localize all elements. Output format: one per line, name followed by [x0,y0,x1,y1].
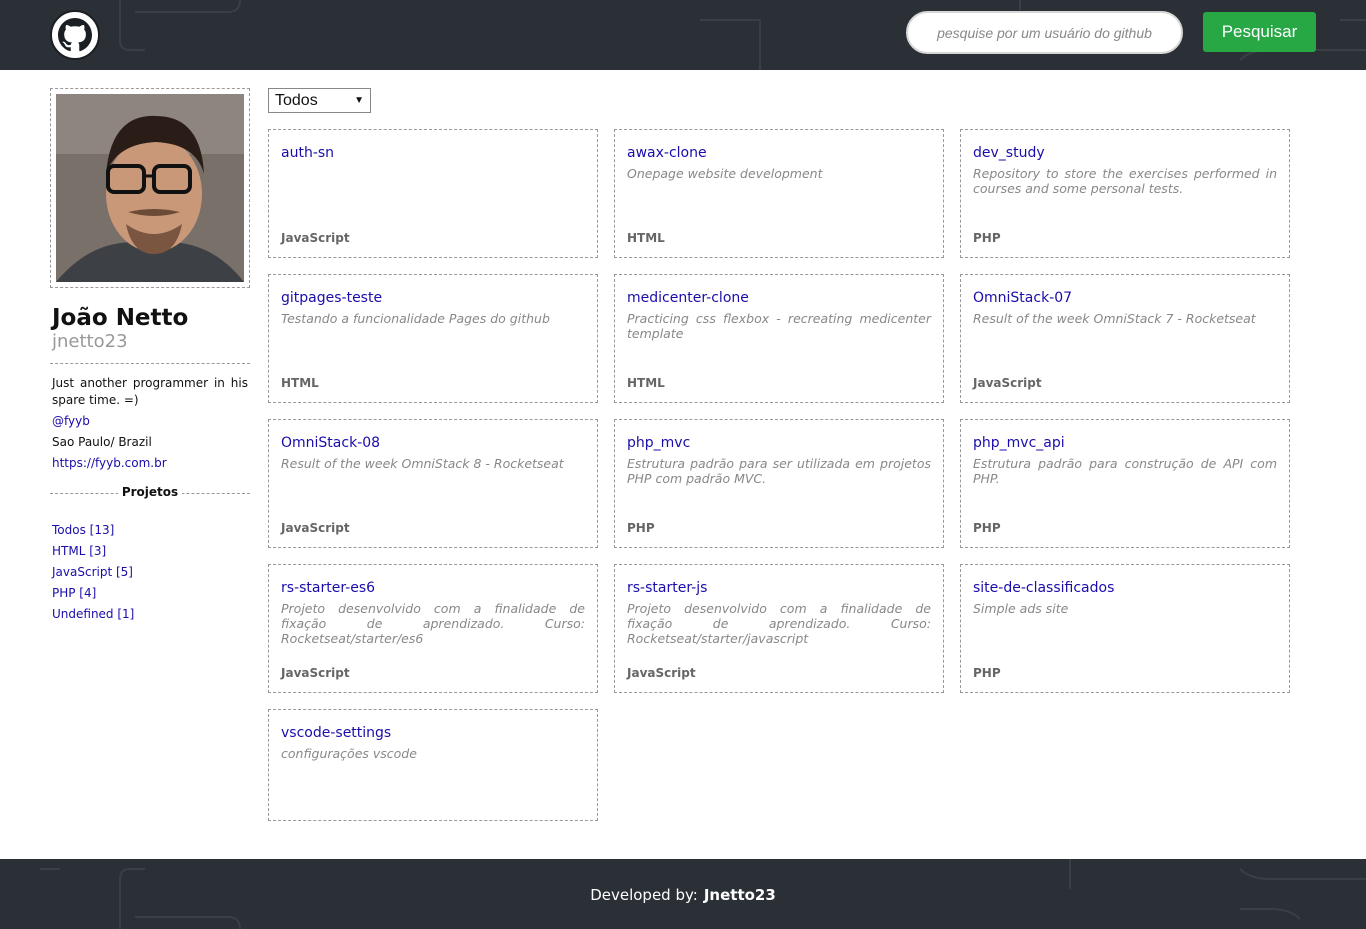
page-footer: Developed by: Jnetto23 [0,859,1366,929]
repo-card[interactable]: OmniStack-07 Result of the week OmniStac… [960,274,1290,403]
repo-name-link[interactable]: gitpages-teste [281,289,585,307]
repo-language: HTML [627,231,665,245]
profile-name: João Netto [52,305,189,331]
repo-description: configurações vscode [281,746,417,761]
repo-description: Projeto desenvolvido com a finalidade de… [281,601,585,646]
repo-card[interactable]: rs-starter-es6 Projeto desenvolvido com … [268,564,598,693]
repo-card[interactable]: medicenter-clone Practicing css flexbox … [614,274,944,403]
filter-item-html[interactable]: HTML [3] [52,541,134,562]
repo-language: HTML [281,376,319,390]
profile-company-link[interactable]: @fyyb [52,414,90,428]
search-button[interactable]: Pesquisar [1203,12,1316,52]
repo-card[interactable]: php_mvc Estrutura padrão para ser utiliz… [614,419,944,548]
repo-language: PHP [973,666,1001,680]
footer-author[interactable]: Jnetto23 [704,886,776,904]
avatar-frame [50,88,250,288]
repo-card[interactable]: gitpages-teste Testando a funcionalidade… [268,274,598,403]
profile-bio: Just another programmer in his spare tim… [52,376,248,407]
repo-name-link[interactable]: rs-starter-es6 [281,579,585,597]
projects-heading: Projetos [50,485,250,499]
repo-card[interactable]: awax-clone Onepage website development H… [614,129,944,258]
repo-description: Result of the week OmniStack 8 - Rockets… [281,456,564,471]
repo-description: Practicing css flexbox - recreating medi… [627,311,931,341]
repo-description: Estrutura padrão para ser utilizada em p… [627,456,931,486]
repo-language: JavaScript [627,666,696,680]
repo-language: PHP [973,231,1001,245]
repo-description: Result of the week OmniStack 7 - Rockets… [973,311,1256,326]
repo-card[interactable]: auth-sn JavaScript [268,129,598,258]
repo-language: PHP [627,521,655,535]
repo-card[interactable]: vscode-settings configurações vscode [268,709,598,821]
filter-item-php[interactable]: PHP [4] [52,583,134,604]
profile-blog-link[interactable]: https://fyyb.com.br [52,456,167,470]
repo-language: HTML [627,376,665,390]
search-input[interactable] [906,11,1183,54]
profile-login: jnetto23 [52,331,128,352]
language-filter-list: Todos [13] HTML [3] JavaScript [5] PHP [… [52,520,134,625]
filter-item-javascript[interactable]: JavaScript [5] [52,562,134,583]
repo-name-link[interactable]: auth-sn [281,144,585,162]
repo-description: Onepage website development [627,166,823,181]
repo-description: Estrutura padrão para construção de API … [973,456,1277,486]
repo-name-link[interactable]: php_mvc [627,434,931,452]
github-logo[interactable] [50,10,100,60]
repo-name-link[interactable]: vscode-settings [281,724,585,742]
repo-language: JavaScript [281,521,350,535]
repo-card[interactable]: site-de-classificados Simple ads site PH… [960,564,1290,693]
repo-name-link[interactable]: medicenter-clone [627,289,931,307]
repo-card[interactable]: php_mvc_api Estrutura padrão para constr… [960,419,1290,548]
repo-language: JavaScript [973,376,1042,390]
avatar [56,94,244,282]
repo-name-link[interactable]: dev_study [973,144,1277,162]
repo-name-link[interactable]: awax-clone [627,144,931,162]
repo-card[interactable]: rs-starter-js Projeto desenvolvido com a… [614,564,944,693]
profile-photo [56,94,244,282]
filter-item-todos[interactable]: Todos [13] [52,520,134,541]
projects-heading-label: Projetos [117,485,183,499]
repo-description: Repository to store the exercises perfor… [973,166,1277,196]
chevron-down-icon: ▼ [354,95,364,106]
repo-name-link[interactable]: php_mvc_api [973,434,1277,452]
divider [50,363,250,364]
footer-prefix: Developed by: [590,886,698,904]
repo-language: JavaScript [281,231,350,245]
repo-description: Testando a funcionalidade Pages do githu… [281,311,550,326]
repo-language: JavaScript [281,666,350,680]
select-value: Todos [275,92,318,109]
language-filter-select[interactable]: Todos ▼ [268,88,371,113]
repo-description: Simple ads site [973,601,1069,616]
repo-name-link[interactable]: site-de-classificados [973,579,1277,597]
footer-credit: Developed by: Jnetto23 [0,886,1366,904]
repo-name-link[interactable]: OmniStack-08 [281,434,585,452]
profile-location: Sao Paulo/ Brazil [52,435,152,449]
repo-language: PHP [973,521,1001,535]
repo-name-link[interactable]: OmniStack-07 [973,289,1277,307]
repo-description: Projeto desenvolvido com a finalidade de… [627,601,931,646]
top-header: Pesquisar [0,0,1366,70]
repo-card[interactable]: dev_study Repository to store the exerci… [960,129,1290,258]
repo-name-link[interactable]: rs-starter-js [627,579,931,597]
github-octocat-icon [58,18,92,52]
filter-item-undefined[interactable]: Undefined [1] [52,604,134,625]
repo-card[interactable]: OmniStack-08 Result of the week OmniStac… [268,419,598,548]
